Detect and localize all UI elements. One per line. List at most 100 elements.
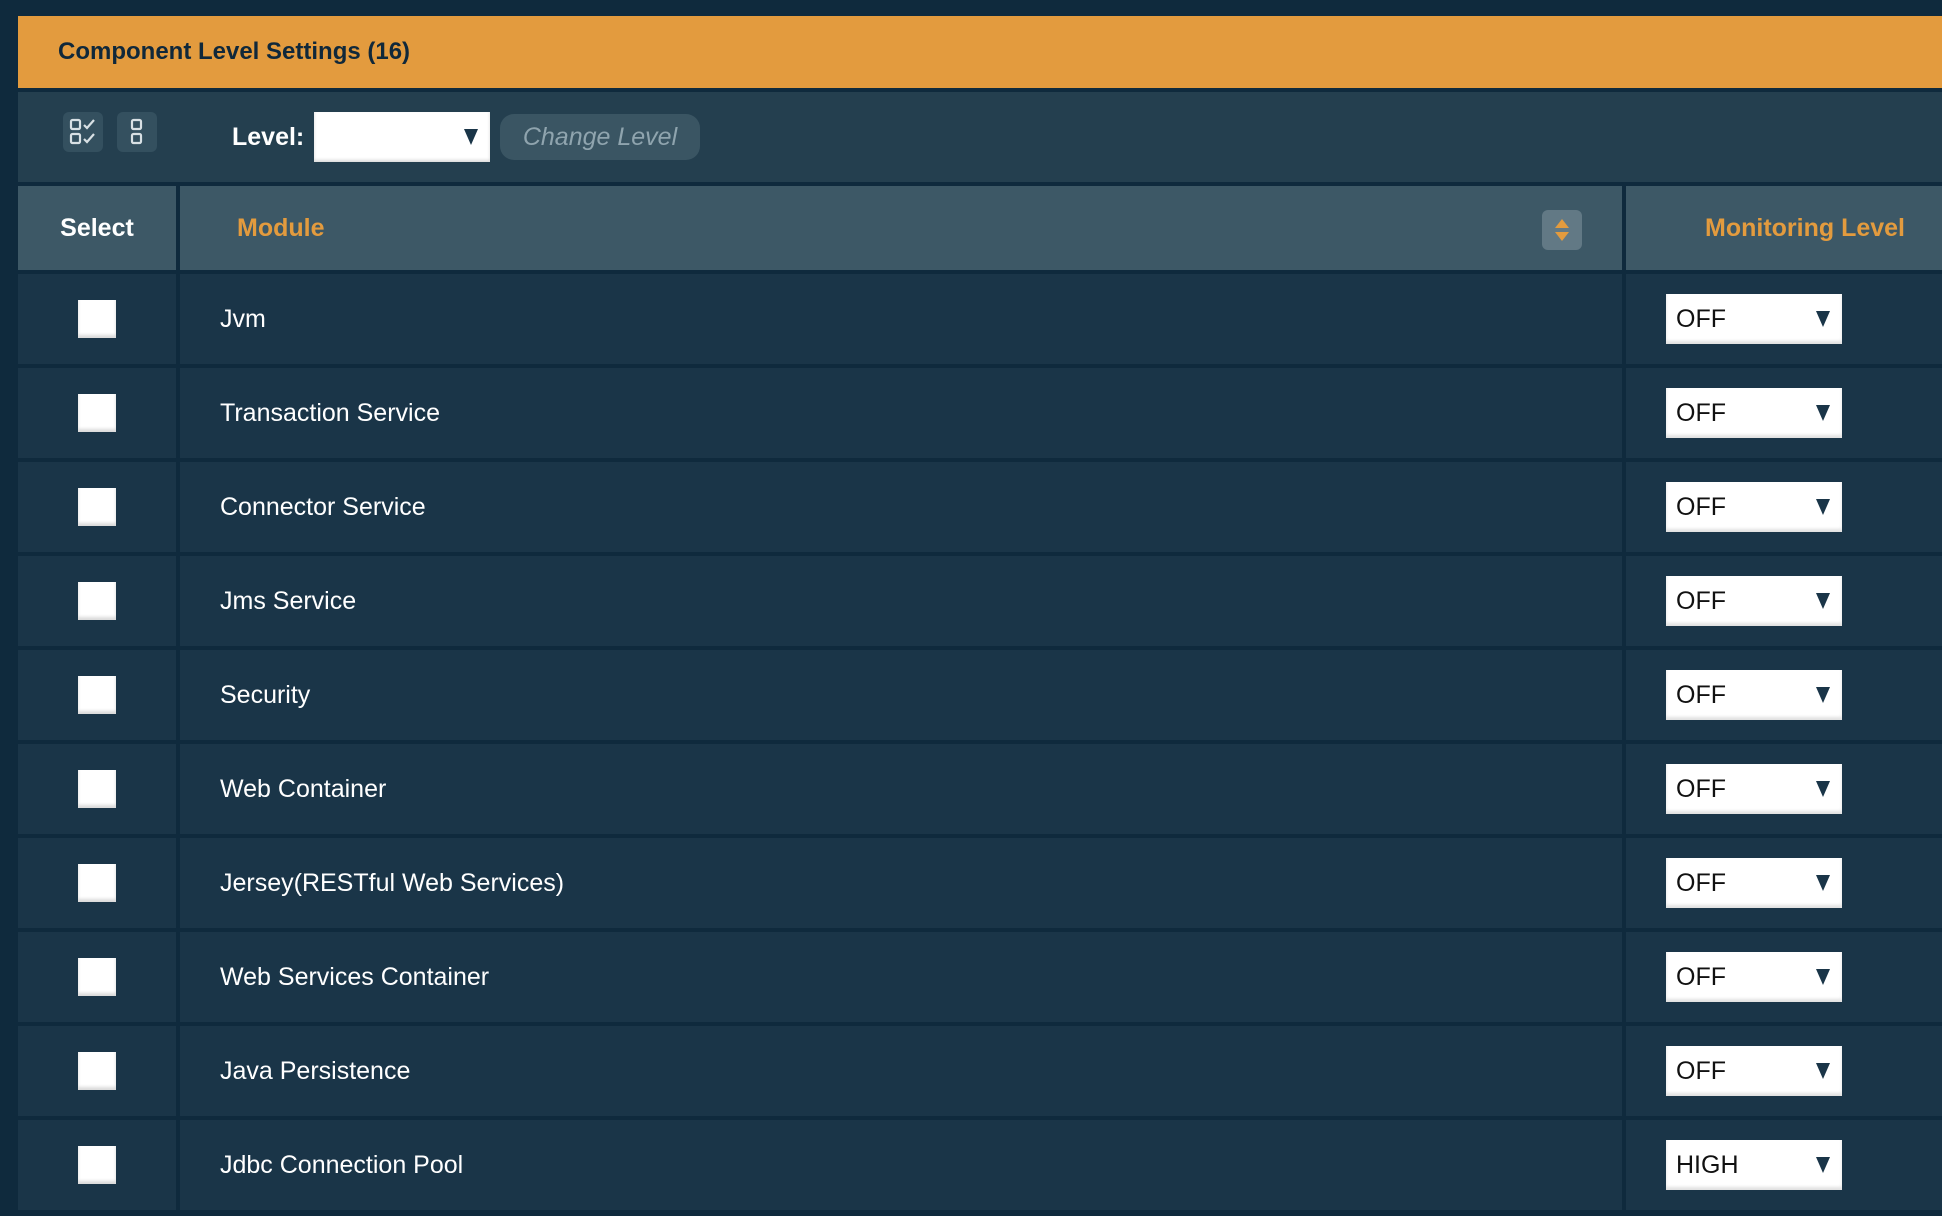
table-row: Security OFF [0, 650, 1942, 740]
chevron-down-icon [1816, 969, 1830, 985]
module-name: Web Container [220, 775, 387, 803]
monitoring-level-select[interactable]: OFF [1666, 858, 1842, 908]
monitoring-level-value: OFF [1676, 681, 1726, 709]
row-checkbox[interactable] [78, 488, 116, 526]
monitoring-level-value: OFF [1676, 775, 1726, 803]
table-row: Transaction Service OFF [0, 368, 1942, 458]
select-cell [18, 556, 176, 646]
chevron-down-icon [1816, 593, 1830, 609]
monitoring-level-value: OFF [1676, 493, 1726, 521]
chevron-down-icon [1816, 405, 1830, 421]
monitoring-level-select[interactable]: HIGH [1666, 1140, 1842, 1190]
sort-module-button[interactable] [1542, 210, 1582, 250]
module-name: Jvm [220, 305, 266, 333]
table-row: Java Persistence OFF [0, 1026, 1942, 1116]
chevron-down-icon [1816, 687, 1830, 703]
monitoring-level-value: OFF [1676, 869, 1726, 897]
module-cell: Jersey(RESTful Web Services) [180, 838, 1622, 928]
module-cell: Web Container [180, 744, 1622, 834]
select-cell [18, 932, 176, 1022]
monitoring-level-select[interactable]: OFF [1666, 670, 1842, 720]
select-cell [18, 274, 176, 364]
module-name: Transaction Service [220, 399, 440, 427]
monitoring-level-select[interactable]: OFF [1666, 294, 1842, 344]
monitoring-level-value: OFF [1676, 399, 1726, 427]
table-row: Jvm OFF [0, 274, 1942, 364]
module-name: Jersey(RESTful Web Services) [220, 869, 565, 897]
monitoring-level-select[interactable]: OFF [1666, 388, 1842, 438]
row-checkbox[interactable] [78, 770, 116, 808]
row-checkbox[interactable] [78, 1052, 116, 1090]
module-name: Jdbc Connection Pool [220, 1151, 464, 1179]
monitoring-level-value: OFF [1676, 587, 1726, 615]
row-checkbox[interactable] [78, 394, 116, 432]
select-cell [18, 650, 176, 740]
module-name: Web Services Container [220, 963, 490, 991]
select-cell [18, 1120, 176, 1210]
select-cell [18, 1026, 176, 1116]
row-checkbox[interactable] [78, 582, 116, 620]
deselect-all-checkboxes-icon [130, 118, 143, 145]
column-header-module-label: Module [237, 214, 325, 242]
table-row: Web Container OFF [0, 744, 1942, 834]
module-cell: Transaction Service [180, 368, 1622, 458]
monitoring-level-select[interactable]: OFF [1666, 764, 1842, 814]
monitoring-level-cell: OFF [1626, 556, 1942, 646]
column-header-select-label: Select [60, 214, 134, 242]
monitoring-level-cell: OFF [1626, 368, 1942, 458]
row-checkbox[interactable] [78, 676, 116, 714]
monitoring-level-value: OFF [1676, 963, 1726, 991]
level-label: Level: [232, 123, 305, 151]
monitoring-level-value: OFF [1676, 1057, 1726, 1085]
monitoring-level-select[interactable]: OFF [1666, 482, 1842, 532]
table-row: Web Services Container OFF [0, 932, 1942, 1022]
column-header-monitoring-level-label: Monitoring Level [1705, 214, 1905, 242]
monitoring-level-value: OFF [1676, 305, 1726, 333]
table-row: Connector Service OFF [0, 462, 1942, 552]
chevron-down-icon [1816, 499, 1830, 515]
row-checkbox[interactable] [78, 1146, 116, 1184]
monitoring-level-cell: OFF [1626, 744, 1942, 834]
select-all-checkboxes-icon [69, 118, 95, 145]
select-cell [18, 368, 176, 458]
module-cell: Jdbc Connection Pool [180, 1120, 1622, 1210]
panel-title: Component Level Settings (16) [58, 38, 411, 65]
select-cell [18, 462, 176, 552]
chevron-down-icon [464, 129, 478, 145]
monitoring-level-select[interactable]: OFF [1666, 576, 1842, 626]
monitoring-level-cell: OFF [1626, 274, 1942, 364]
row-checkbox[interactable] [78, 300, 116, 338]
module-cell: Jms Service [180, 556, 1622, 646]
monitoring-level-cell: OFF [1626, 838, 1942, 928]
monitoring-level-value: HIGH [1676, 1151, 1739, 1179]
table-row: Jersey(RESTful Web Services) OFF [0, 838, 1942, 928]
chevron-down-icon [1816, 781, 1830, 797]
monitoring-level-select[interactable]: OFF [1666, 952, 1842, 1002]
monitoring-level-cell: HIGH [1626, 1120, 1942, 1210]
deselect-all-button[interactable] [117, 112, 157, 152]
sort-down-icon [1555, 232, 1569, 241]
monitoring-level-cell: OFF [1626, 1026, 1942, 1116]
column-header-module[interactable]: Module [180, 186, 1622, 270]
column-header-monitoring-level: Monitoring Level [1626, 186, 1942, 270]
chevron-down-icon [1816, 875, 1830, 891]
monitoring-level-select[interactable]: OFF [1666, 1046, 1842, 1096]
module-cell: Java Persistence [180, 1026, 1622, 1116]
row-checkbox[interactable] [78, 864, 116, 902]
module-name: Java Persistence [220, 1057, 411, 1085]
row-checkbox[interactable] [78, 958, 116, 996]
select-all-button[interactable] [63, 112, 103, 152]
monitoring-level-cell: OFF [1626, 462, 1942, 552]
module-cell: Connector Service [180, 462, 1622, 552]
sort-up-icon [1555, 219, 1569, 228]
chevron-down-icon [1816, 1063, 1830, 1079]
level-select[interactable] [314, 112, 490, 162]
change-level-button[interactable]: Change Level [500, 114, 700, 160]
module-name: Jms Service [220, 587, 357, 615]
table-row: Jms Service OFF [0, 556, 1942, 646]
monitoring-level-cell: OFF [1626, 650, 1942, 740]
module-cell: Jvm [180, 274, 1622, 364]
chevron-down-icon [1816, 1157, 1830, 1173]
toolbar: Level: Change Level [18, 92, 1942, 182]
module-cell: Web Services Container [180, 932, 1622, 1022]
